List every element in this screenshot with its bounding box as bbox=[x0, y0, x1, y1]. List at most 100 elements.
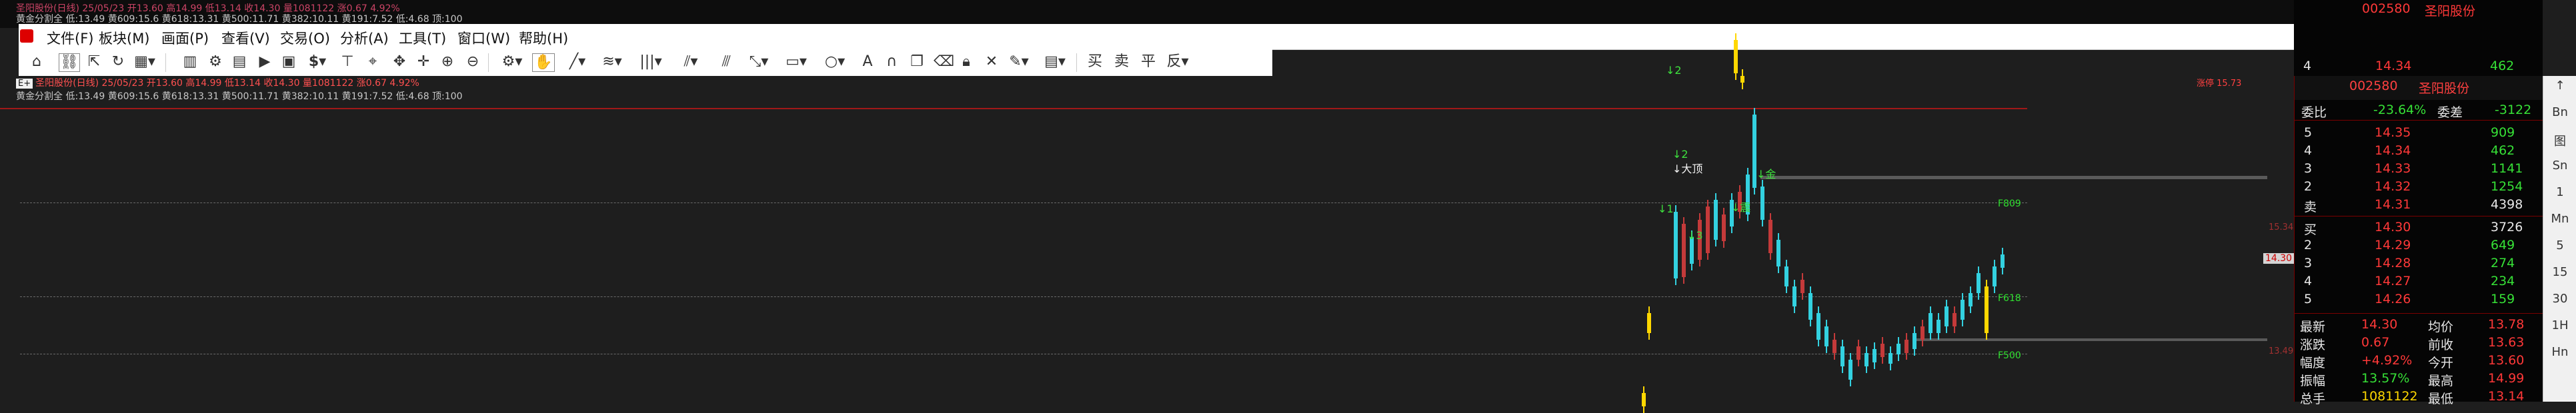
candle-body bbox=[1647, 313, 1651, 333]
fib-line-618 bbox=[20, 296, 2027, 297]
candle-body bbox=[1848, 360, 1852, 380]
menu-window[interactable]: 窗口(W) bbox=[457, 28, 510, 48]
sidebar-mn[interactable]: Mn bbox=[2543, 212, 2576, 226]
sidebar-30[interactable]: 30 bbox=[2543, 292, 2576, 306]
zoom-out-icon[interactable]: ⊖ bbox=[464, 53, 481, 71]
candle-body bbox=[1977, 273, 1981, 293]
sidebar-chart[interactable]: 图 bbox=[2543, 132, 2576, 149]
buy-button[interactable]: 买 bbox=[1086, 53, 1104, 71]
stat-value: +4.92% bbox=[2361, 353, 2413, 368]
move-icon[interactable]: ✥ bbox=[391, 53, 408, 71]
book-price: 14.35 bbox=[2375, 125, 2411, 140]
sidebar-1h[interactable]: 1H bbox=[2543, 318, 2576, 332]
line-tool-icon[interactable]: ╱▾ bbox=[564, 53, 591, 71]
stat-value: 13.57% bbox=[2361, 371, 2410, 386]
menu-sector[interactable]: 板块(M) bbox=[99, 28, 150, 48]
stat-label: 振幅 bbox=[2300, 374, 2326, 388]
sidebar-up[interactable]: ↑ bbox=[2543, 79, 2576, 93]
candle-body bbox=[1776, 240, 1780, 266]
formula-icon[interactable]: ⊤ bbox=[339, 53, 356, 71]
candle-body bbox=[1856, 346, 1860, 360]
period-tag[interactable]: E+ bbox=[16, 79, 33, 89]
stat-label-2: 最低 bbox=[2428, 392, 2454, 406]
candle-body bbox=[1969, 293, 1973, 306]
sidebar-bn[interactable]: Bn bbox=[2543, 105, 2576, 119]
parallel-lines-icon[interactable]: |||▾ bbox=[637, 53, 664, 71]
slash-tool-icon[interactable]: ⫻ bbox=[716, 53, 736, 71]
stat-label-2: 今开 bbox=[2428, 356, 2454, 370]
refresh-icon[interactable]: ↻ bbox=[109, 53, 127, 71]
candle-body bbox=[1784, 266, 1788, 286]
rectangle-tool-icon[interactable]: ▭▾ bbox=[783, 53, 810, 71]
book-volume: 649 bbox=[2491, 238, 2515, 252]
sidebar-15[interactable]: 15 bbox=[2543, 265, 2576, 279]
delete-icon[interactable]: ✕ bbox=[983, 53, 1000, 71]
sidebar-5[interactable]: 5 bbox=[2543, 238, 2576, 252]
candle-body bbox=[1880, 344, 1884, 357]
sidebar-sn[interactable]: Sn bbox=[2543, 159, 2576, 173]
book-price: 14.33 bbox=[2375, 161, 2411, 176]
menu-tools[interactable]: 工具(T) bbox=[399, 28, 446, 48]
menu-help[interactable]: 帮助(H) bbox=[519, 28, 568, 48]
candle-body bbox=[1740, 76, 1744, 83]
book-level: 5 bbox=[2304, 125, 2313, 140]
export-icon[interactable]: ⇱ bbox=[85, 53, 103, 71]
fan-tool-icon[interactable]: ⫽▾ bbox=[678, 53, 704, 71]
book-volume: 4398 bbox=[2491, 197, 2523, 212]
bg-row-vol: 462 bbox=[2490, 59, 2515, 73]
text-tool-icon[interactable]: A bbox=[859, 53, 876, 71]
reverse-button[interactable]: 反▾ bbox=[1166, 53, 1190, 71]
chart-header: E+ 圣阳股份(日线) 25/05/23 开13.60 高14.99 低13.14… bbox=[16, 76, 463, 103]
grid-layout-icon[interactable]: ▦▾ bbox=[133, 53, 156, 71]
save-layout-icon[interactable]: ▤▾ bbox=[1042, 53, 1068, 71]
label-down2: ↓2 bbox=[1672, 148, 1688, 161]
calendar-icon[interactable]: ▤ bbox=[231, 53, 248, 71]
circle-tool-icon[interactable]: ○▾ bbox=[822, 53, 848, 71]
options-icon[interactable]: ⚙▾ bbox=[499, 53, 525, 71]
wei-cha-value: -3122 bbox=[2495, 103, 2532, 117]
kline-chart[interactable] bbox=[0, 76, 2294, 402]
menu-trade[interactable]: 交易(O) bbox=[280, 28, 330, 48]
color-pen-icon[interactable]: ✎▾ bbox=[1006, 53, 1032, 71]
lock-icon[interactable]: 🔒︎ bbox=[958, 53, 975, 71]
crosshair-icon[interactable]: ✛ bbox=[415, 53, 432, 71]
candle-body bbox=[1896, 344, 1900, 354]
home-icon[interactable]: ⌂ bbox=[28, 53, 45, 71]
menu-analysis[interactable]: 分析(A) bbox=[340, 28, 389, 48]
candle-body bbox=[1722, 214, 1726, 241]
play-icon[interactable]: ▶ bbox=[256, 53, 273, 71]
link-icon[interactable]: ⛓ bbox=[59, 53, 80, 72]
cursor-icon[interactable]: ⌖ bbox=[364, 53, 381, 71]
pattern-tool-icon[interactable]: ⤡▾ bbox=[746, 53, 772, 71]
candle-body bbox=[1864, 353, 1868, 366]
background-indicator-line: 黄金分割全 低:13.49 黄609:15.6 黄618:13.31 黄500:… bbox=[16, 14, 463, 25]
menu-view[interactable]: 查看(V) bbox=[221, 28, 270, 48]
sell-button[interactable]: 卖 bbox=[1112, 53, 1131, 71]
copy-icon[interactable]: ❐ bbox=[908, 53, 926, 71]
candle-body bbox=[1706, 206, 1710, 253]
menu-view-page[interactable]: 画面(P) bbox=[161, 28, 209, 48]
kline-icon[interactable]: ▥ bbox=[181, 53, 199, 71]
magnet-icon[interactable]: ∩ bbox=[883, 53, 900, 71]
close-position-button[interactable]: 平 bbox=[1139, 53, 1158, 71]
document-icon[interactable]: ▣ bbox=[280, 53, 297, 71]
book-level: 2 bbox=[2304, 179, 2313, 194]
settings-icon[interactable]: ⚙ bbox=[207, 53, 224, 71]
zoom-in-icon[interactable]: ⊕ bbox=[439, 53, 456, 71]
book-volume: 274 bbox=[2491, 256, 2515, 270]
hand-icon[interactable]: ✋ bbox=[532, 53, 555, 72]
eraser-icon[interactable]: ⌫ bbox=[934, 53, 954, 71]
dollar-icon[interactable]: $▾ bbox=[304, 53, 331, 71]
sidebar-hn[interactable]: Hn bbox=[2543, 345, 2576, 359]
candle-body bbox=[1642, 393, 1646, 406]
current-price-tag: 14.30 bbox=[2263, 253, 2295, 264]
candle-body bbox=[2001, 254, 2005, 268]
sidebar-1[interactable]: 1 bbox=[2543, 185, 2576, 199]
menu-file[interactable]: 文件(F) bbox=[47, 28, 93, 48]
book-volume: 1254 bbox=[2491, 179, 2523, 194]
candle-body bbox=[1760, 187, 1764, 220]
candle-body bbox=[1682, 224, 1686, 277]
candle-body bbox=[1961, 300, 1965, 320]
stat-value-2: 13.63 bbox=[2488, 335, 2525, 350]
channel-tool-icon[interactable]: ≋▾ bbox=[599, 53, 625, 71]
